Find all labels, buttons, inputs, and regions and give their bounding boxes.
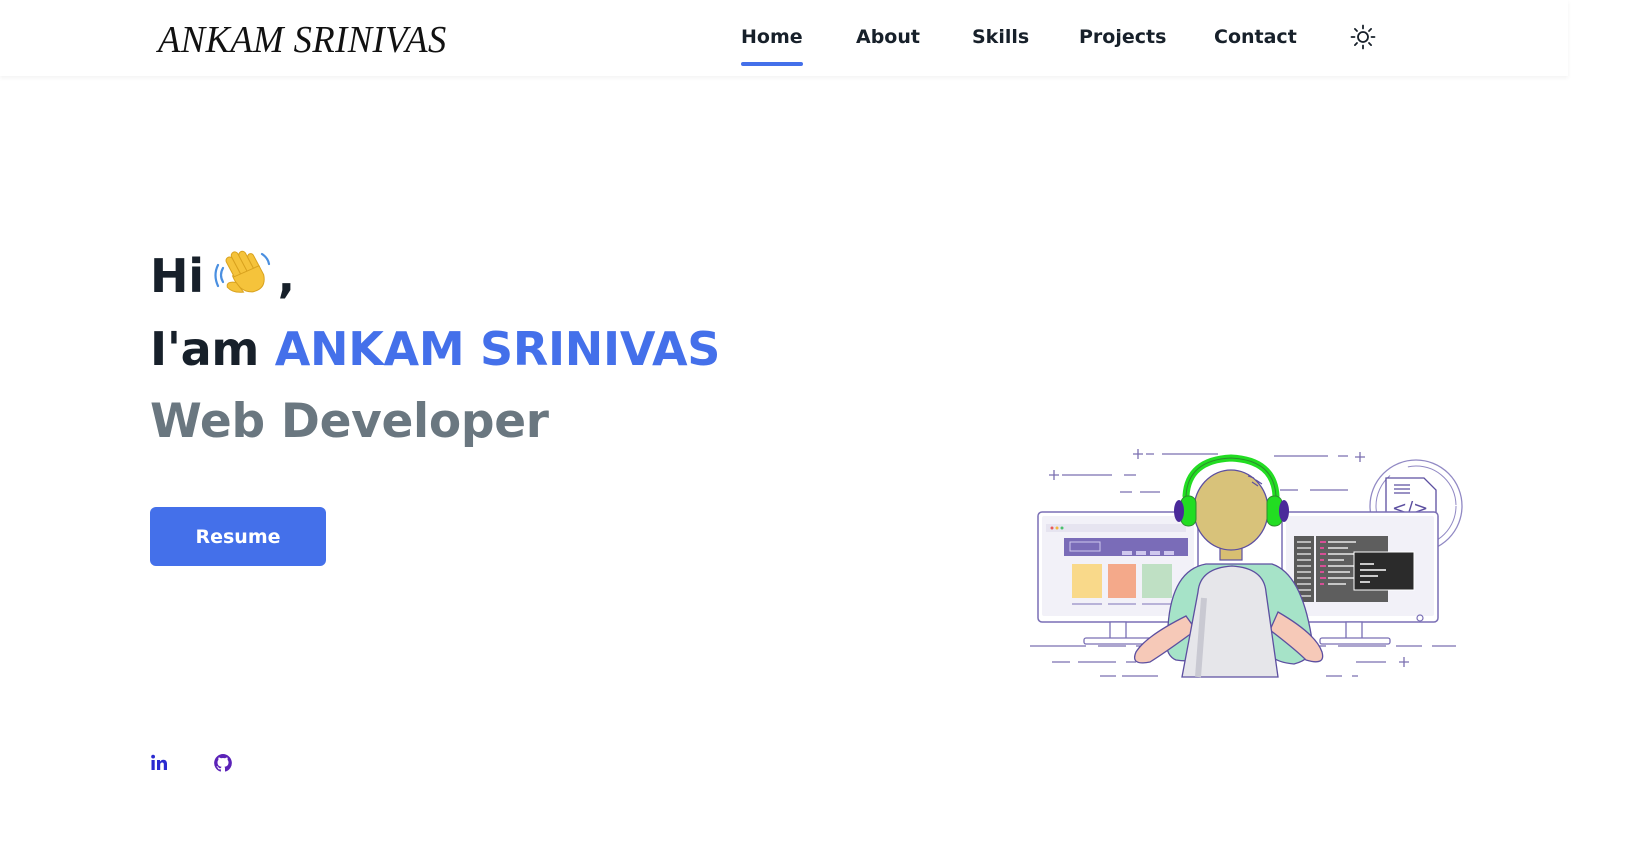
waving-hand-icon [214,250,270,293]
linkedin-link[interactable] [148,752,170,774]
greeting-suffix: , [277,249,295,303]
hero-greeting: Hi , [150,248,295,303]
sun-icon [1350,24,1376,50]
greeting-text: Hi [150,249,204,303]
theme-toggle-button[interactable] [1350,24,1376,50]
site-header: ANKAM SRINIVAS Home About Skills Project… [0,0,1568,76]
site-logo[interactable]: ANKAM SRINIVAS [158,18,447,62]
hero-role: Web Developer [150,394,549,449]
intro-prefix: I'am [150,322,259,376]
hero-name: ANKAM SRINIVAS [274,322,721,376]
github-link[interactable] [212,752,234,774]
linkedin-icon [151,754,167,770]
nav-contact[interactable]: Contact [1214,26,1297,66]
developer-illustration: </> [1030,449,1463,678]
resume-button[interactable]: Resume [150,507,326,566]
nav-projects[interactable]: Projects [1079,26,1166,66]
nav-skills[interactable]: Skills [972,26,1029,66]
nav-home[interactable]: Home [741,26,803,66]
hero-intro: I'am ANKAM SRINIVAS [150,322,720,376]
github-icon [214,754,232,772]
nav-about[interactable]: About [856,26,920,66]
